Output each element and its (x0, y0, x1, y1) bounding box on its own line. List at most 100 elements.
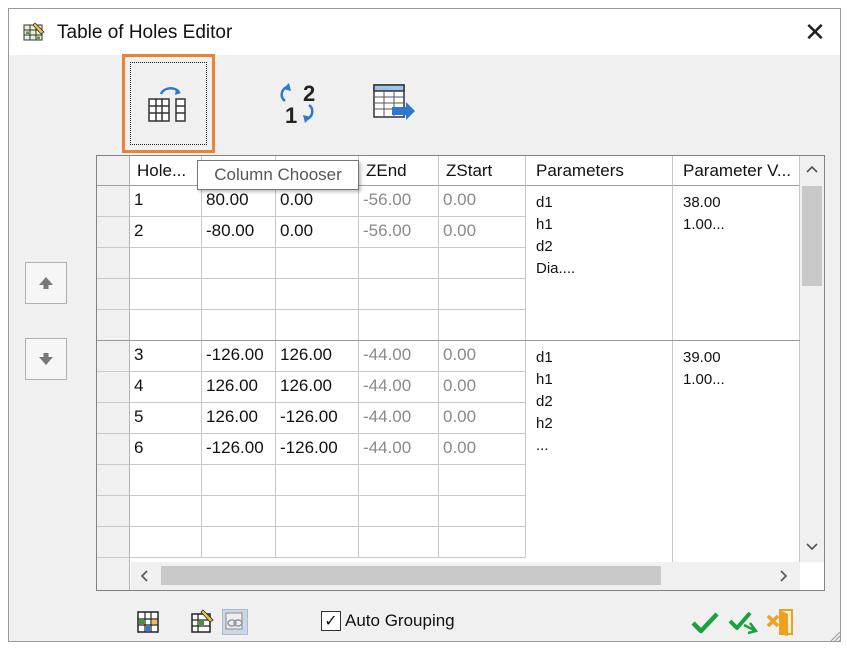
row-header[interactable] (97, 279, 130, 310)
empty-cell[interactable] (439, 496, 526, 527)
checkbox-box[interactable]: ✓ (321, 611, 341, 631)
vertical-scrollbar[interactable] (800, 156, 824, 562)
row-header[interactable] (97, 341, 130, 372)
table-cell[interactable]: 80.00 (202, 186, 276, 217)
column-header-parameter-values[interactable]: Parameter V... (673, 156, 800, 186)
horizontal-scroll-thumb[interactable] (161, 566, 661, 585)
empty-cell[interactable] (359, 496, 439, 527)
table-cell[interactable]: -56.00 (359, 217, 439, 248)
export-table-button[interactable] (366, 77, 422, 129)
scroll-left-icon[interactable] (139, 570, 149, 582)
column-header-hole[interactable]: Hole... (130, 156, 202, 186)
empty-cell[interactable] (202, 310, 276, 341)
table-cell[interactable]: 5 (130, 403, 202, 434)
row-header[interactable] (97, 310, 130, 341)
table-cell[interactable]: -126.00 (202, 341, 276, 372)
empty-cell[interactable] (130, 310, 202, 341)
empty-cell[interactable] (439, 248, 526, 279)
table-cell[interactable]: 126.00 (202, 403, 276, 434)
table-cell[interactable]: 6 (130, 434, 202, 465)
scroll-down-icon[interactable] (806, 542, 818, 552)
table-cell[interactable]: 0.00 (439, 217, 526, 248)
renumber-button[interactable]: 2 1 (269, 77, 329, 129)
holes-grid[interactable]: Hole... ZEnd ZStart Parameters Parameter… (96, 155, 825, 591)
empty-cell[interactable] (359, 248, 439, 279)
empty-cell[interactable] (439, 527, 526, 558)
table-cell[interactable]: -44.00 (359, 341, 439, 372)
empty-cell[interactable] (276, 496, 359, 527)
empty-cell[interactable] (130, 465, 202, 496)
table-cell[interactable]: 0.00 (276, 186, 359, 217)
table-cell[interactable]: -44.00 (359, 372, 439, 403)
table-cell[interactable]: 4 (130, 372, 202, 403)
scroll-right-icon[interactable] (779, 570, 789, 582)
ok-button[interactable] (689, 607, 721, 637)
table-cell[interactable]: -80.00 (202, 217, 276, 248)
link-group-button[interactable] (222, 609, 248, 635)
auto-grouping-checkbox[interactable]: ✓ Auto Grouping (321, 611, 455, 631)
table-cell[interactable]: 0.00 (439, 403, 526, 434)
move-up-button[interactable] (25, 262, 67, 304)
row-header[interactable] (97, 496, 130, 527)
table-cell[interactable]: -126.00 (276, 403, 359, 434)
table-cell[interactable]: 0.00 (439, 341, 526, 372)
column-chooser-button[interactable] (122, 54, 215, 153)
empty-cell[interactable] (202, 496, 276, 527)
table-cell[interactable]: -56.00 (359, 186, 439, 217)
row-header[interactable] (97, 527, 130, 558)
resize-grip-icon[interactable] (827, 629, 841, 643)
table-cell[interactable]: -44.00 (359, 403, 439, 434)
empty-cell[interactable] (276, 279, 359, 310)
row-header[interactable] (97, 372, 130, 403)
table-cell[interactable]: 1 (130, 186, 202, 217)
empty-cell[interactable] (276, 248, 359, 279)
empty-cell[interactable] (276, 465, 359, 496)
column-header-zstart[interactable]: ZStart (439, 156, 526, 186)
table-cell[interactable]: 126.00 (202, 372, 276, 403)
empty-cell[interactable] (130, 496, 202, 527)
empty-cell[interactable] (439, 465, 526, 496)
empty-cell[interactable] (359, 279, 439, 310)
table-cell[interactable]: -44.00 (359, 434, 439, 465)
row-header[interactable] (97, 217, 130, 248)
parameters-cell[interactable]: d1 h1 d2 h2 ... (526, 341, 673, 562)
empty-cell[interactable] (276, 310, 359, 341)
parameter-values-cell[interactable]: 38.00 1.00... (673, 186, 800, 341)
parameter-values-cell[interactable]: 39.00 1.00... (673, 341, 800, 562)
table-cell[interactable]: 0.00 (439, 434, 526, 465)
empty-cell[interactable] (130, 279, 202, 310)
apply-button[interactable] (727, 607, 759, 637)
column-header-zend[interactable]: ZEnd (359, 156, 439, 186)
empty-cell[interactable] (439, 310, 526, 341)
row-header[interactable] (97, 186, 130, 217)
group-holes-button[interactable] (135, 609, 161, 635)
table-cell[interactable]: -126.00 (276, 434, 359, 465)
row-header[interactable] (97, 465, 130, 496)
row-header[interactable] (97, 403, 130, 434)
empty-cell[interactable] (202, 527, 276, 558)
close-button[interactable]: ✕ (795, 17, 835, 47)
parameters-cell[interactable]: d1 h1 d2 Dia.... (526, 186, 673, 341)
row-header[interactable] (97, 434, 130, 465)
empty-cell[interactable] (439, 279, 526, 310)
vertical-scroll-thumb[interactable] (802, 186, 822, 286)
table-cell[interactable]: -126.00 (202, 434, 276, 465)
move-down-button[interactable] (25, 338, 67, 380)
empty-cell[interactable] (359, 310, 439, 341)
scroll-up-icon[interactable] (806, 164, 818, 174)
horizontal-scrollbar[interactable] (131, 562, 800, 590)
table-cell[interactable]: 0.00 (439, 372, 526, 403)
empty-cell[interactable] (202, 248, 276, 279)
table-cell[interactable]: 126.00 (276, 372, 359, 403)
table-cell[interactable]: 0.00 (276, 217, 359, 248)
table-cell[interactable]: 3 (130, 341, 202, 372)
empty-cell[interactable] (276, 527, 359, 558)
empty-cell[interactable] (359, 527, 439, 558)
empty-cell[interactable] (202, 279, 276, 310)
cancel-exit-button[interactable] (765, 607, 797, 637)
table-cell[interactable]: 2 (130, 217, 202, 248)
row-header[interactable] (97, 248, 130, 279)
empty-cell[interactable] (202, 465, 276, 496)
column-header-parameters[interactable]: Parameters (526, 156, 673, 186)
empty-cell[interactable] (130, 527, 202, 558)
